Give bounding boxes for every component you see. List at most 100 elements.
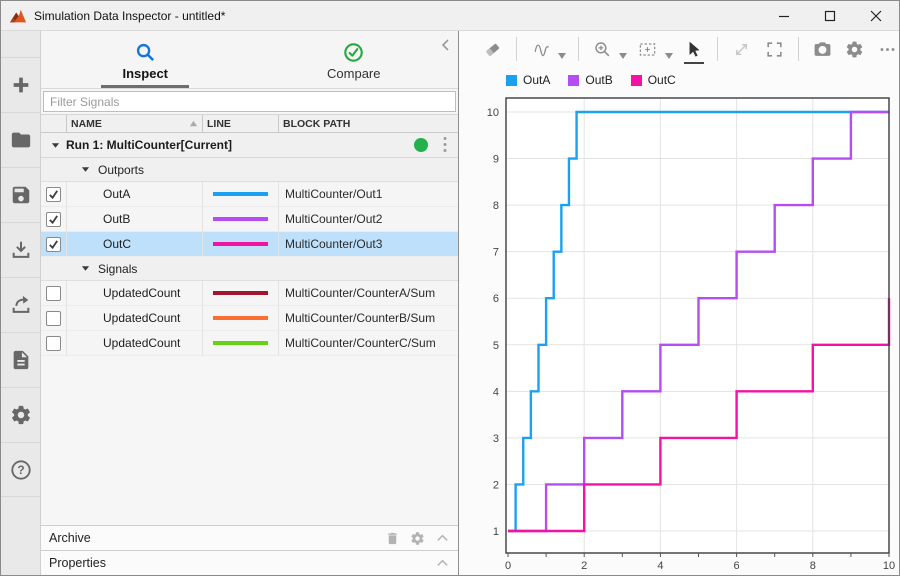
svg-text:3: 3 xyxy=(493,433,499,445)
run-header-row[interactable]: Run 1: MultiCounter[Current] xyxy=(41,133,458,158)
row-checkbox[interactable] xyxy=(46,286,61,301)
svg-text:6: 6 xyxy=(734,560,740,572)
legend-swatch xyxy=(568,75,579,86)
caret-down-icon[interactable] xyxy=(81,264,90,273)
archive-label: Archive xyxy=(49,531,375,545)
signal-style-tool-button[interactable] xyxy=(529,37,552,61)
column-header-checkbox xyxy=(41,115,67,132)
snapshot-tool-button[interactable] xyxy=(811,37,834,61)
minimize-button[interactable] xyxy=(761,1,807,30)
legend-item[interactable]: OutB xyxy=(568,73,612,87)
export-button[interactable] xyxy=(1,277,40,332)
chevron-up-icon[interactable] xyxy=(435,531,450,546)
signal-chart[interactable]: 024681012345678910 xyxy=(459,93,900,576)
cursor-tool-button[interactable] xyxy=(682,37,705,61)
block-path: MultiCounter/CounterA/Sum xyxy=(279,281,458,305)
new-button[interactable] xyxy=(1,57,40,112)
fullscreen-icon xyxy=(765,40,784,59)
group-row-outports[interactable]: Outports xyxy=(41,158,458,182)
chevron-down-icon[interactable] xyxy=(558,46,566,52)
signal-name: OutB xyxy=(67,207,203,231)
fit-to-view-tool-button[interactable] xyxy=(636,37,659,61)
column-header-line[interactable]: LINE xyxy=(203,115,279,132)
export-icon xyxy=(10,294,32,316)
zoom-in-icon xyxy=(593,40,612,59)
archive-bar[interactable]: Archive xyxy=(41,525,458,550)
signal-row[interactable]: UpdatedCountMultiCounter/CounterB/Sum xyxy=(41,306,458,331)
svg-text:8: 8 xyxy=(493,200,499,212)
signal-name: OutC xyxy=(67,232,203,256)
properties-bar[interactable]: Properties xyxy=(41,550,458,575)
column-header-block-path[interactable]: BLOCK PATH xyxy=(279,115,458,132)
row-checkbox[interactable] xyxy=(46,237,61,252)
tab-inspect[interactable]: Inspect xyxy=(41,31,250,88)
fit-view-icon xyxy=(638,40,657,59)
svg-text:2: 2 xyxy=(581,560,587,572)
compare-check-icon xyxy=(343,42,364,63)
row-checkbox[interactable] xyxy=(46,187,61,202)
chevron-up-icon[interactable] xyxy=(435,556,450,571)
row-checkbox[interactable] xyxy=(46,311,61,326)
trash-icon[interactable] xyxy=(385,531,400,546)
pan-tool-button[interactable] xyxy=(730,37,753,61)
floppy-icon xyxy=(10,184,32,206)
caret-down-icon[interactable] xyxy=(51,141,60,150)
help-button[interactable]: ? xyxy=(1,442,40,497)
zoom-tool-button[interactable] xyxy=(591,37,614,61)
maximize-button[interactable] xyxy=(807,1,853,30)
more-tool-button[interactable] xyxy=(876,37,899,61)
save-button[interactable] xyxy=(1,167,40,222)
toolbar-separator xyxy=(578,37,579,61)
list-empty-area xyxy=(41,356,458,525)
eraser-tool-button[interactable] xyxy=(481,37,504,61)
row-checkbox[interactable] xyxy=(46,336,61,351)
column-header-name[interactable]: NAME xyxy=(67,115,203,132)
legend-item[interactable]: OutC xyxy=(631,73,676,87)
plus-icon xyxy=(10,74,32,96)
settings-tool-button[interactable] xyxy=(843,37,866,61)
svg-text:10: 10 xyxy=(487,107,499,119)
group-label: Signals xyxy=(98,262,137,276)
matlab-logo-icon xyxy=(9,8,27,24)
signal-row[interactable]: OutAMultiCounter/Out1 xyxy=(41,182,458,207)
preferences-button[interactable] xyxy=(1,387,40,442)
gear-icon[interactable] xyxy=(410,531,425,546)
open-button[interactable] xyxy=(1,112,40,167)
filter-signals-input[interactable] xyxy=(43,91,456,112)
chevron-down-icon[interactable] xyxy=(619,46,627,52)
folder-icon xyxy=(10,129,32,151)
line-color-swatch xyxy=(213,316,268,320)
tab-inspect-label: Inspect xyxy=(122,66,168,81)
chevron-down-icon[interactable] xyxy=(665,46,673,52)
svg-text:2: 2 xyxy=(493,479,499,491)
kebab-menu-icon[interactable] xyxy=(438,136,452,154)
import-icon xyxy=(10,239,32,261)
report-icon xyxy=(10,349,32,371)
svg-text:0: 0 xyxy=(505,560,511,572)
signal-row[interactable]: OutB MultiCounter/Out2 xyxy=(41,207,458,232)
svg-text:4: 4 xyxy=(657,560,663,572)
plot-toolbar xyxy=(459,31,899,67)
group-label: Outports xyxy=(98,163,144,177)
close-button[interactable] xyxy=(853,1,899,30)
search-icon xyxy=(135,42,156,63)
chart-area[interactable]: 024681012345678910 xyxy=(459,93,899,576)
report-button[interactable] xyxy=(1,332,40,387)
caret-down-icon[interactable] xyxy=(81,165,90,174)
signal-row[interactable]: OutC MultiCounter/Out3 xyxy=(41,232,458,257)
row-checkbox[interactable] xyxy=(46,212,61,227)
wave-icon xyxy=(532,40,551,59)
block-path: MultiCounter/Out2 xyxy=(279,207,458,231)
group-row-signals[interactable]: Signals xyxy=(41,257,458,281)
line-color-swatch xyxy=(213,291,268,295)
svg-text:7: 7 xyxy=(493,247,499,259)
tab-compare[interactable]: Compare xyxy=(250,31,459,88)
signal-row[interactable]: UpdatedCountMultiCounter/CounterA/Sum xyxy=(41,281,458,306)
legend-item[interactable]: OutA xyxy=(506,73,550,87)
import-button[interactable] xyxy=(1,222,40,277)
block-path: MultiCounter/Out3 xyxy=(279,232,458,256)
line-color-swatch xyxy=(213,242,268,246)
fullscreen-tool-button[interactable] xyxy=(762,37,785,61)
signal-row[interactable]: UpdatedCountMultiCounter/CounterC/Sum xyxy=(41,331,458,356)
chevron-left-icon[interactable] xyxy=(438,37,454,53)
